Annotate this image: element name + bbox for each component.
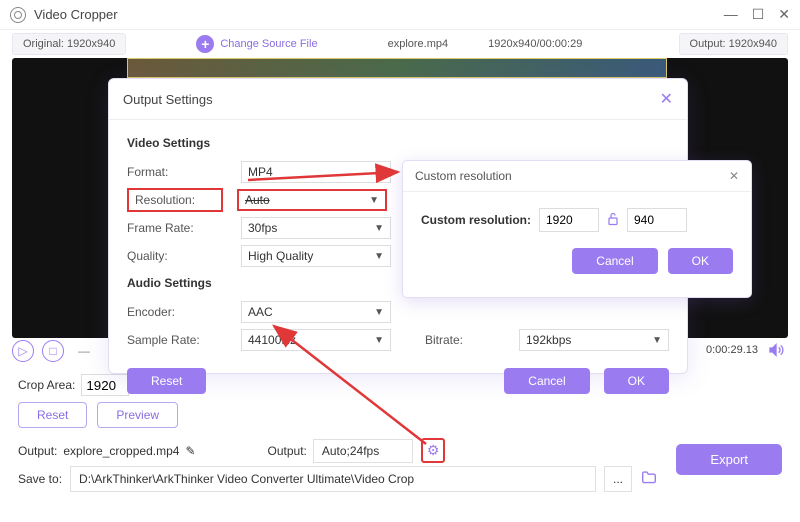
custom-res-label: Custom resolution: — [421, 213, 531, 227]
chevron-down-icon: ▼ — [374, 307, 384, 318]
quality-select[interactable]: High Quality▼ — [241, 245, 391, 267]
play-button[interactable]: ▷ — [12, 340, 34, 362]
reset-settings-button[interactable]: Reset — [127, 368, 206, 394]
save-to-label: Save to: — [18, 472, 62, 486]
custom-width-input[interactable] — [539, 208, 599, 232]
chevron-down-icon: ▼ — [374, 251, 384, 262]
chevron-down-icon: ▼ — [374, 223, 384, 234]
resolution-label: Resolution: — [127, 188, 223, 212]
popup-close-icon[interactable]: ✕ — [729, 169, 739, 183]
dims-time: 1920x940/00:00:29 — [488, 38, 582, 50]
stop-button[interactable]: □ — [42, 340, 64, 362]
format-label: Format: — [127, 165, 227, 179]
timeline[interactable]: — — [78, 344, 90, 358]
minimize-icon[interactable]: ― — [724, 6, 738, 23]
framerate-label: Frame Rate: — [127, 221, 227, 235]
dialog-close-icon[interactable]: ✕ — [660, 89, 673, 109]
output-preset-label: Output: — [268, 444, 307, 458]
bitrate-label: Bitrate: — [425, 333, 505, 347]
ok-settings-button[interactable]: OK — [604, 368, 669, 394]
bitrate-select[interactable]: 192kbps▼ — [519, 329, 669, 351]
custom-height-input[interactable] — [627, 208, 687, 232]
chevron-down-icon: ▼ — [374, 335, 384, 346]
output-dims: Output: 1920x940 — [679, 33, 788, 55]
browse-button[interactable]: ... — [604, 466, 632, 492]
app-title: Video Cropper — [34, 7, 118, 22]
add-source-icon[interactable]: + — [196, 35, 214, 53]
change-source-link[interactable]: Change Source File — [220, 38, 317, 50]
framerate-select[interactable]: 30fps▼ — [241, 217, 391, 239]
preview-button[interactable]: Preview — [97, 402, 178, 428]
crop-area-label: Crop Area: — [18, 378, 75, 392]
edit-icon[interactable]: ✎ — [185, 444, 195, 458]
samplerate-label: Sample Rate: — [127, 333, 227, 347]
chevron-down-icon: ▼ — [369, 195, 379, 206]
output-preset-value[interactable]: Auto;24fps — [313, 439, 413, 463]
settings-gear-highlight: ⚙ — [421, 438, 446, 463]
cancel-settings-button[interactable]: Cancel — [504, 368, 589, 394]
unlock-icon[interactable] — [607, 212, 619, 229]
audio-encoder-label: Encoder: — [127, 305, 227, 319]
export-button[interactable]: Export — [676, 444, 782, 475]
original-dims: Original: 1920x940 — [12, 33, 126, 55]
chevron-down-icon: ▼ — [652, 335, 662, 346]
video-settings-heading: Video Settings — [127, 136, 669, 150]
crop-frame[interactable] — [127, 58, 667, 78]
source-filename: explore.mp4 — [388, 38, 449, 50]
chevron-down-icon: ▼ — [374, 167, 384, 178]
open-folder-icon[interactable] — [640, 470, 658, 489]
quality-label: Quality: — [127, 249, 227, 263]
close-icon[interactable]: ✕ — [778, 6, 790, 23]
audio-encoder-select[interactable]: AAC▼ — [241, 301, 391, 323]
timecode: 0:00:29.13 — [706, 344, 758, 356]
reset-button[interactable]: Reset — [18, 402, 87, 428]
format-select[interactable]: MP4▼ — [241, 161, 391, 183]
popup-ok-button[interactable]: OK — [668, 248, 733, 274]
save-path[interactable]: D:\ArkThinker\ArkThinker Video Converter… — [70, 466, 596, 492]
custom-resolution-dialog: Custom resolution ✕ Custom resolution: C… — [402, 160, 752, 298]
resolution-select[interactable]: Auto▼ — [237, 189, 387, 211]
maximize-icon[interactable]: ☐ — [752, 6, 765, 23]
output-file-name: explore_cropped.mp4 — [63, 444, 179, 458]
popup-cancel-button[interactable]: Cancel — [572, 248, 657, 274]
dialog-title: Output Settings — [123, 92, 213, 107]
output-file-label: Output: — [18, 444, 57, 458]
samplerate-select[interactable]: 44100Hz▼ — [241, 329, 391, 351]
app-logo — [10, 7, 26, 23]
gear-icon[interactable]: ⚙ — [427, 442, 440, 458]
popup-title: Custom resolution — [415, 169, 512, 183]
volume-icon[interactable] — [768, 342, 784, 361]
